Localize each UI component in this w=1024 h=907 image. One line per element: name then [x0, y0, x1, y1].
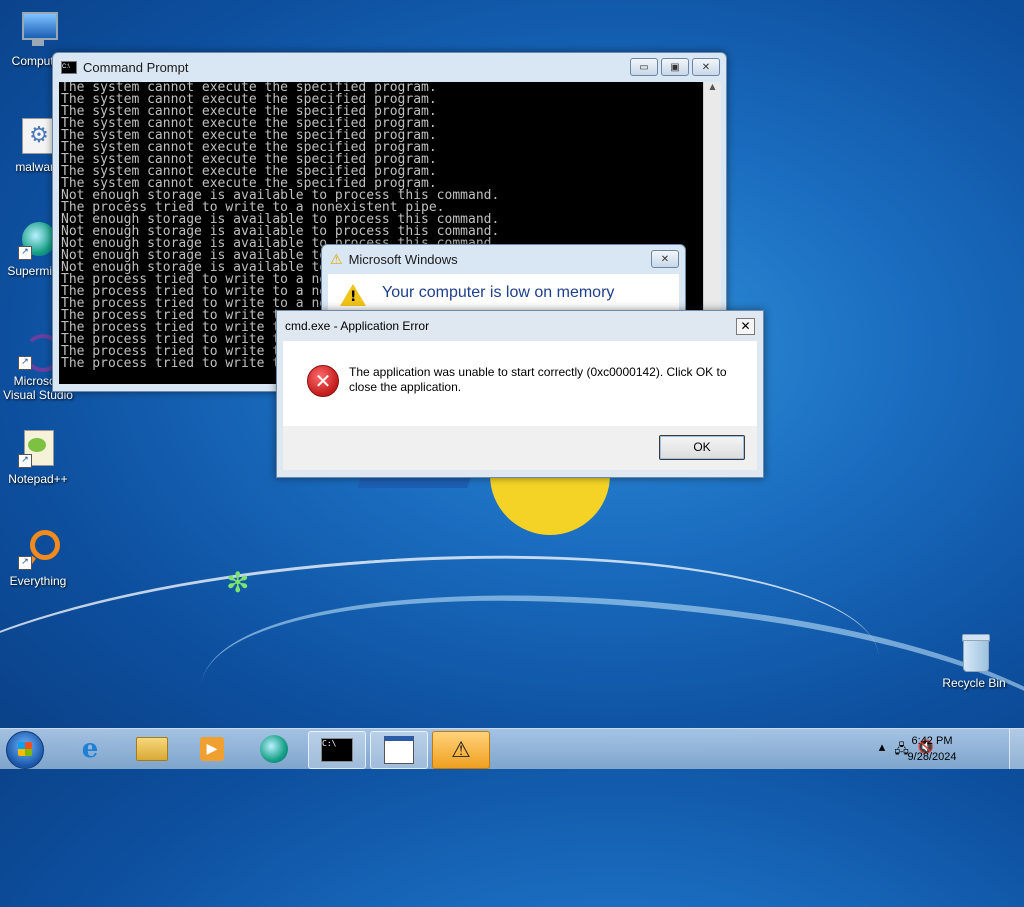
ok-button[interactable]: OK	[659, 435, 745, 460]
computer-icon	[18, 10, 58, 50]
cmd-title: Command Prompt	[83, 59, 189, 75]
low-memory-dialog[interactable]: ⚠ Microsoft Windows ✕ ! Your computer is…	[321, 244, 686, 318]
apperr-body: ✕ The application was unable to start co…	[283, 341, 757, 426]
cmd-icon: C:\	[61, 60, 77, 74]
shortcut-arrow-icon: ↗	[18, 556, 32, 570]
minimize-button[interactable]: ▭	[630, 58, 658, 76]
taskbar-item-warning[interactable]: ⚠	[432, 731, 490, 769]
warning-icon: ⚠	[451, 737, 471, 763]
lowmem-titlebar[interactable]: ⚠ Microsoft Windows ✕	[322, 245, 685, 273]
warning-icon: ⚠	[330, 250, 343, 267]
close-button[interactable]: ✕	[692, 58, 720, 76]
taskbar-item-supermium[interactable]	[246, 731, 302, 767]
taskbar-item-media-player[interactable]: ▶	[184, 731, 240, 767]
wallpaper-logo-yellow	[490, 475, 610, 535]
error-icon: ✕	[307, 365, 339, 397]
clock-date: 9/28/2024	[907, 751, 957, 763]
media-player-icon: ▶	[200, 737, 224, 761]
file-explorer-icon	[136, 737, 168, 761]
apperr-footer: OK	[283, 426, 757, 470]
internet-explorer-icon: e	[81, 734, 99, 764]
taskbar-item-internet-explorer[interactable]: e	[62, 731, 118, 767]
lowmem-message: Your computer is low on memory	[382, 284, 615, 301]
maximize-button[interactable]: ▣	[661, 58, 689, 76]
scroll-up-icon[interactable]: ▲	[704, 82, 721, 91]
recycle-bin-icon	[954, 632, 994, 672]
taskbar-item-window[interactable]	[370, 731, 428, 769]
show-hidden-icons-icon[interactable]: ▴	[879, 740, 886, 762]
close-button[interactable]: ✕	[651, 250, 679, 268]
application-error-dialog[interactable]: cmd.exe - Application Error ✕ ✕ The appl…	[276, 310, 764, 478]
cmd-titlebar[interactable]: C:\ Command Prompt ▭ ▣ ✕	[53, 53, 726, 81]
warning-icon: !	[340, 284, 366, 306]
cmd-icon: C:\	[321, 738, 353, 762]
start-button[interactable]	[6, 731, 44, 769]
everything-search-icon: ↗	[18, 530, 60, 570]
apperr-titlebar[interactable]: cmd.exe - Application Error	[277, 311, 763, 341]
notepadpp-icon: ↗	[18, 428, 58, 468]
windows-logo-icon	[18, 742, 32, 756]
shortcut-arrow-icon: ↗	[18, 454, 32, 468]
apperr-title: cmd.exe - Application Error	[285, 319, 430, 333]
clock[interactable]: 6:42 PM 9/28/2024	[892, 733, 972, 765]
supermium-icon	[260, 735, 288, 763]
shortcut-arrow-icon: ↗	[18, 246, 32, 260]
lowmem-title: Microsoft Windows	[348, 251, 458, 267]
desktop-icon-notepadpp[interactable]: ↗ Notepad++	[0, 428, 76, 486]
taskbar-item-file-explorer[interactable]	[124, 731, 180, 767]
wallpaper-leaf: ✻	[226, 566, 250, 599]
taskbar: e ▶ C:\ ⚠ ▴ 🖧 🔇 6:42 PM 9/28/2024	[0, 728, 1024, 769]
shortcut-arrow-icon: ↗	[18, 356, 32, 370]
taskbar-item-cmd[interactable]: C:\	[308, 731, 366, 769]
close-button[interactable]: ✕	[736, 318, 755, 335]
clock-time: 6:42 PM	[911, 735, 953, 747]
desktop-icon-everything[interactable]: ↗ Everything	[0, 530, 76, 588]
window-icon	[384, 736, 414, 764]
show-desktop-button[interactable]	[1009, 729, 1024, 769]
apperr-message: The application was unable to start corr…	[349, 365, 727, 394]
desktop-icon-recycle-bin[interactable]: Recycle Bin	[936, 632, 1012, 690]
